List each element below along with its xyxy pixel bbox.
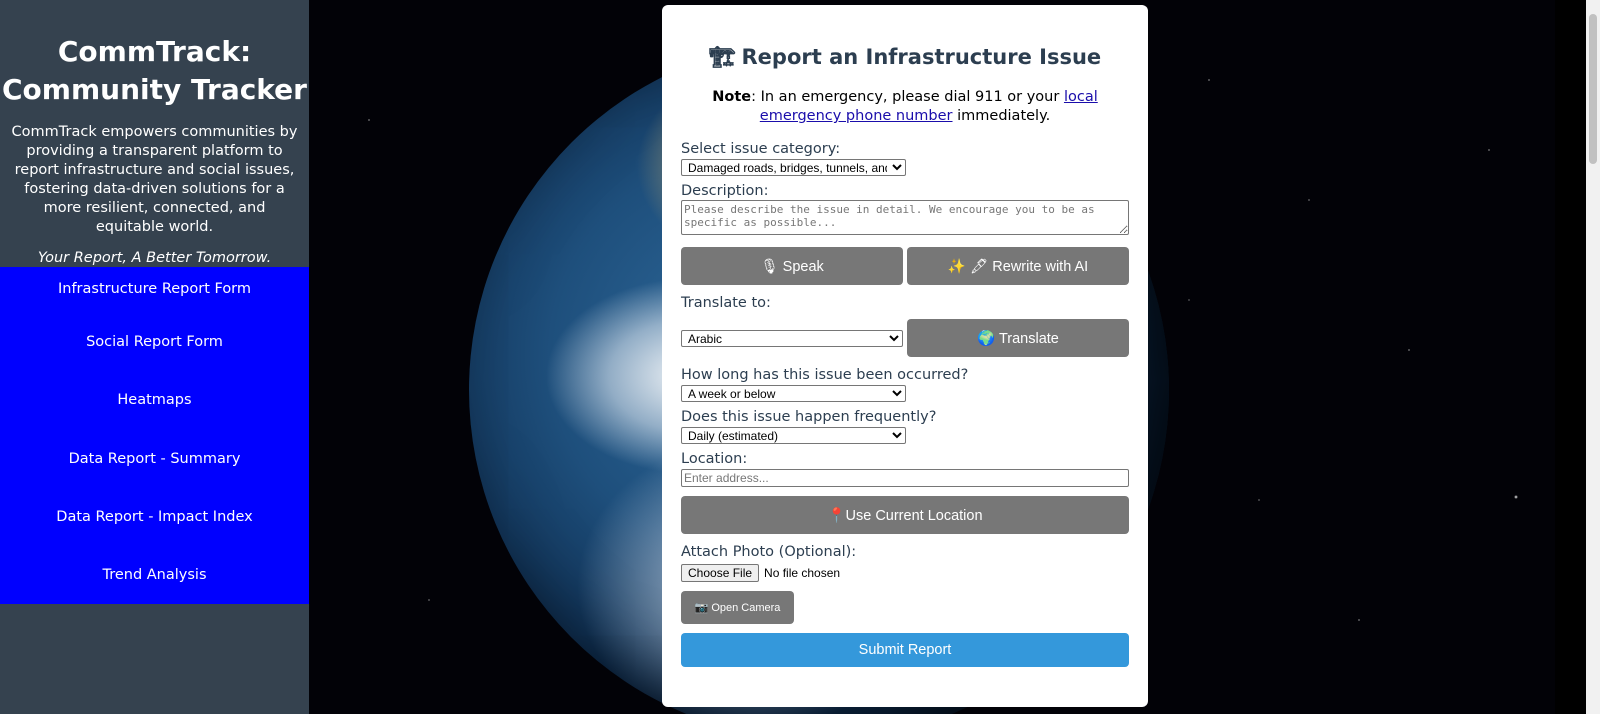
app-tagline: Your Report, A Better Tomorrow. [37,250,272,266]
no-file-text: No file chosen [764,566,841,580]
nav-item-social-report[interactable]: Social Report Form [0,313,309,371]
nav-item-heatmaps[interactable]: Heatmaps [0,371,309,429]
use-current-location-button[interactable]: 📍Use Current Location [681,496,1129,534]
scrollbar-thumb[interactable] [1589,14,1597,164]
construction-icon: 🏗 [708,45,736,69]
note-bold: Note [712,89,752,105]
app-description: CommTrack empowers communities by provid… [11,124,298,235]
category-label: Select issue category: [681,141,841,157]
file-input: Choose File No file chosen [681,564,1129,582]
translate-row: Arabic 🌍 Translate [681,319,1129,357]
report-form-card: 🏗 Report an Infrastructure Issue Note: In… [662,5,1148,707]
note-end: immediately. [952,108,1051,124]
rewrite-ai-button[interactable]: ✨ 🖋 Rewrite with AI [907,247,1129,285]
app-title-line1: CommTrack: [57,35,252,68]
app-title-line2: Community Tracker [2,73,307,106]
sidebar: CommTrack: Community Tracker CommTrack e… [0,0,309,714]
scrollbar[interactable] [1586,0,1600,714]
photo-label: Attach Photo (Optional): [681,544,857,560]
translate-button[interactable]: 🌍 Translate [907,319,1129,357]
brand: CommTrack: Community Tracker CommTrack e… [0,0,309,266]
location-input[interactable] [681,469,1129,487]
nav-item-impact-index[interactable]: Data Report - Impact Index [0,488,309,546]
nav-item-trend-analysis[interactable]: Trend Analysis [0,546,309,604]
sidebar-nav: Infrastructure Report Form Social Report… [0,267,309,604]
translate-language-select[interactable]: Arabic [681,329,903,347]
form-title-text: Report an Infrastructure Issue [741,45,1102,69]
translate-label: Translate to: [681,295,771,311]
speak-button[interactable]: 🎙 Speak [681,247,903,285]
duration-label: How long has this issue been occurred? [681,367,969,383]
speak-rewrite-row: 🎙 Speak ✨ 🖋 Rewrite with AI [681,247,1129,285]
frequency-label: Does this issue happen frequently? [681,409,937,425]
location-label: Location: [681,451,748,467]
frequency-select[interactable]: Daily (estimated) [681,427,906,444]
submit-report-button[interactable]: Submit Report [681,633,1129,667]
description-textarea[interactable] [681,200,1129,235]
nav-item-infrastructure-report[interactable]: Infrastructure Report Form [0,267,309,313]
category-select[interactable]: Damaged roads, bridges, tunnels, and [681,159,906,176]
emergency-note: Note: In an emergency, please dial 911 o… [681,88,1129,126]
open-camera-button[interactable]: 📷 Open Camera [681,591,794,624]
duration-select[interactable]: A week or below [681,385,906,402]
choose-file-button[interactable]: Choose File [681,564,760,582]
form-title: 🏗 Report an Infrastructure Issue [681,45,1129,70]
description-label: Description: [681,183,769,199]
app-title: CommTrack: Community Tracker [0,33,309,109]
note-text: : In an emergency, please dial 911 or yo… [751,89,1064,105]
nav-item-data-summary[interactable]: Data Report - Summary [0,430,309,488]
